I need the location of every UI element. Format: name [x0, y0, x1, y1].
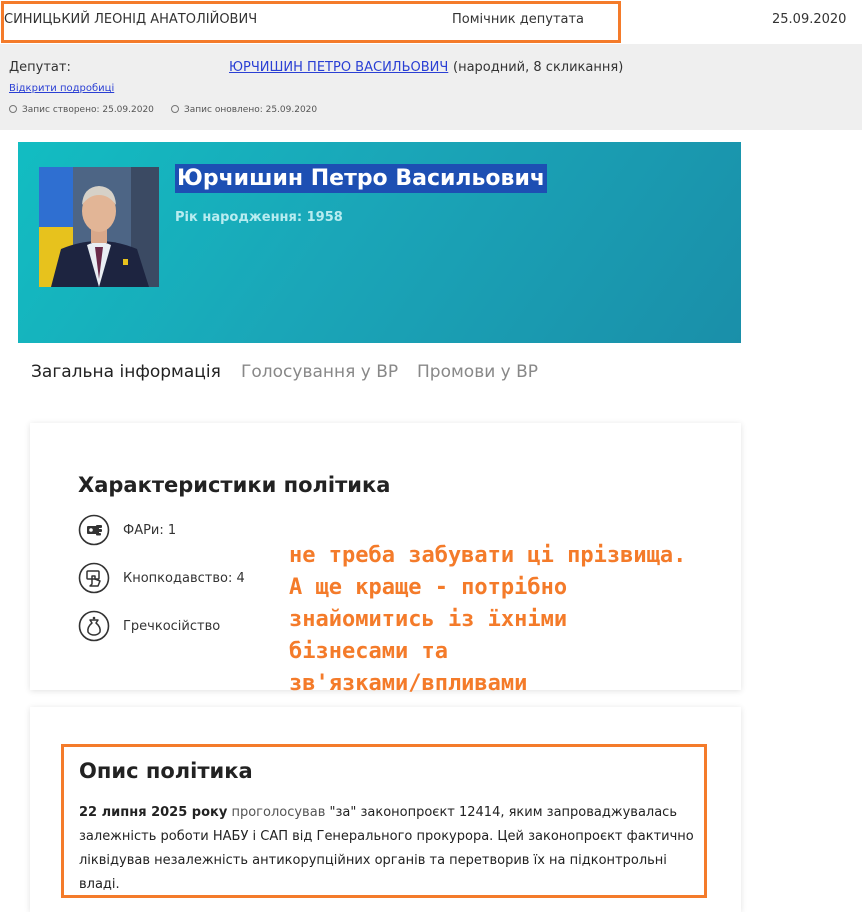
- characteristics-title: Характеристики політика: [78, 473, 391, 497]
- money-hand-icon: [78, 514, 110, 546]
- vote-verb: проголосував: [231, 805, 326, 820]
- deputy-label: Депутат:: [9, 60, 71, 75]
- description-title: Опис політика: [79, 759, 253, 783]
- description-text: 22 липня 2025 року проголосував "за" зак…: [79, 801, 699, 897]
- stat-label-buckwheat: Гречкосійство: [123, 619, 221, 634]
- deputy-convocation: (народний, 8 скликання): [453, 60, 624, 75]
- updated-meta: Запис оновлено: 25.09.2020: [171, 105, 317, 115]
- updated-text: Запис оновлено: 25.09.2020: [184, 105, 318, 115]
- record-date: 25.09.2020: [772, 12, 847, 27]
- tab-speeches[interactable]: Промови у ВР: [417, 362, 538, 382]
- profile-tabs: Загальна інформація Голосування у ВР Про…: [18, 343, 741, 403]
- deputy-link[interactable]: ЮРЧИШИН ПЕТРО ВАСИЛЬОВИЧ: [229, 60, 448, 75]
- button-press-icon: [78, 562, 110, 594]
- assistant-name: СИНИЦЬКИЙ ЛЕОНІД АНАТОЛІЙОВИЧ: [4, 12, 258, 27]
- created-text: Запис створено: 25.09.2020: [22, 105, 154, 115]
- annotation-note: не треба забувати ці прізвища. А ще кращ…: [289, 543, 687, 696]
- deputy-photo: [39, 167, 159, 287]
- open-details-link[interactable]: Відкрити подробиці: [9, 83, 114, 94]
- clock-icon: [9, 105, 17, 113]
- stat-label-far: ФАРи: 1: [123, 523, 177, 538]
- profile-name: Юрчишин Петро Васильович: [175, 164, 547, 193]
- birth-year: Рік народження: 1958: [175, 210, 343, 225]
- clock-icon: [171, 105, 179, 113]
- top-row: СИНИЦЬКИЙ ЛЕОНІД АНАТОЛІЙОВИЧ Помічник д…: [0, 0, 862, 44]
- deputy-info-panel: Депутат: ЮРЧИШИН ПЕТРО ВАСИЛЬОВИЧ (народ…: [0, 44, 862, 130]
- profile-banner: Юрчишин Петро Васильович Рік народження:…: [18, 142, 741, 343]
- vote-date: 22 липня 2025 року: [79, 805, 228, 820]
- tab-votes[interactable]: Голосування у ВР: [241, 362, 398, 382]
- stat-label-button-pushing: Кнопкодавство: 4: [123, 571, 245, 586]
- created-meta: Запис створено: 25.09.2020: [9, 105, 154, 115]
- description-highlight-box: Опис політика 22 липня 2025 року проголо…: [61, 744, 707, 898]
- tab-general-info[interactable]: Загальна інформація: [31, 362, 221, 382]
- assistant-role: Помічник депутата: [452, 12, 585, 27]
- buckwheat-bag-icon: [78, 610, 110, 642]
